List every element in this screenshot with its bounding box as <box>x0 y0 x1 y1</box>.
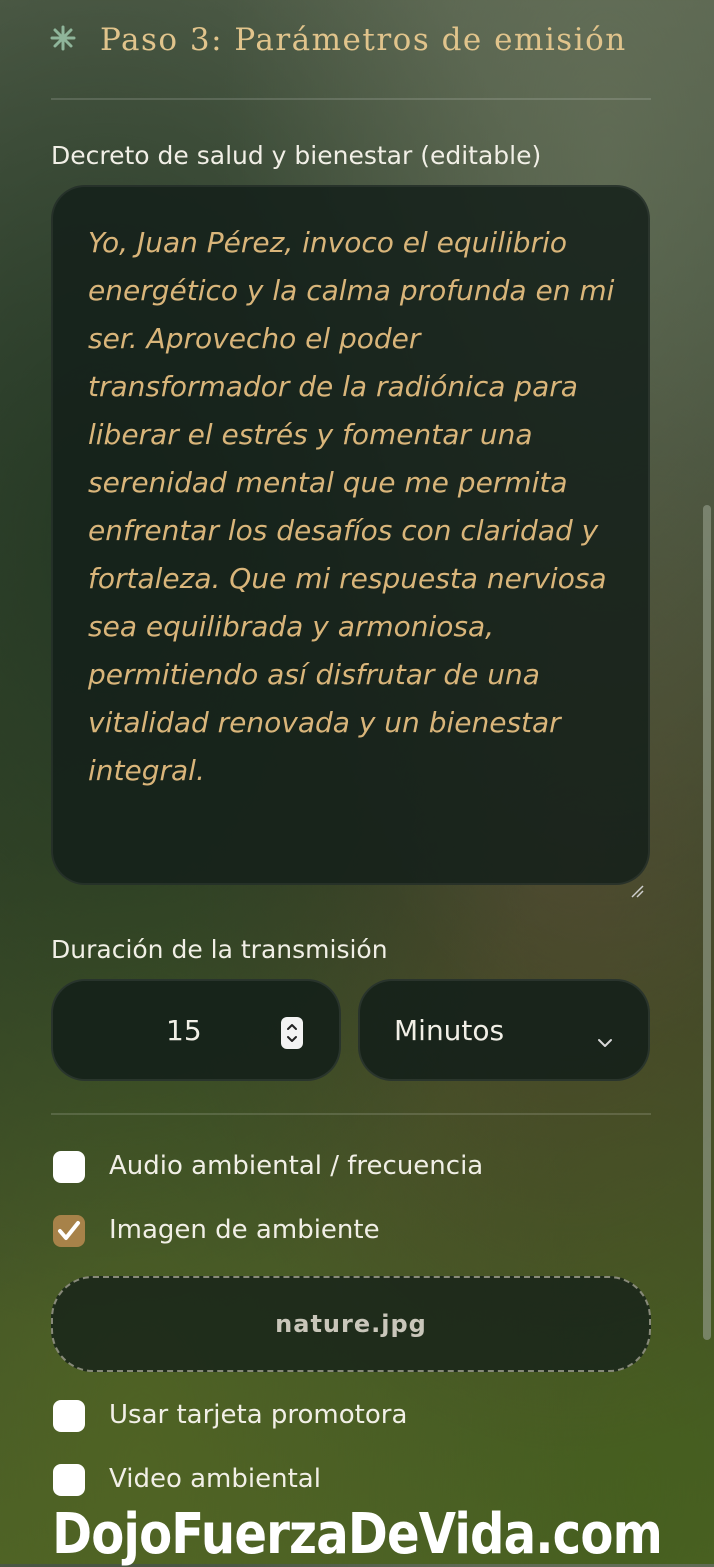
asterisk-icon <box>50 25 80 56</box>
resize-handle-icon[interactable] <box>630 865 644 898</box>
scrollbar[interactable] <box>703 505 711 1340</box>
checkmark-icon <box>58 1221 80 1240</box>
watermark: DojoFuerzaDeVida.com <box>52 1502 663 1567</box>
audio-checkbox-label[interactable]: Audio ambiental / frecuencia <box>109 1151 483 1181</box>
audio-checkbox[interactable] <box>53 1151 85 1183</box>
decree-text[interactable]: Yo, Juan Pérez, invoco el equilibrio ene… <box>88 226 614 787</box>
image-file-name: nature.jpg <box>275 1310 427 1338</box>
decree-label: Decreto de salud y bienestar (editable) <box>51 141 542 170</box>
duration-value[interactable]: 15 <box>166 1014 202 1047</box>
image-file-dropzone[interactable]: nature.jpg <box>51 1276 651 1372</box>
divider <box>51 1113 651 1115</box>
duration-unit-select[interactable]: Minutos <box>358 979 650 1081</box>
video-checkbox[interactable] <box>53 1464 85 1496</box>
duration-label: Duración de la transmisión <box>51 935 388 964</box>
chevron-down-icon[interactable] <box>596 1023 614 1056</box>
duration-unit-value[interactable]: Minutos <box>394 1014 504 1047</box>
duration-number-input[interactable]: 15 <box>51 979 341 1081</box>
promo-card-checkbox[interactable] <box>53 1400 85 1432</box>
step-heading: Paso 3: Parámetros de emisión <box>50 22 627 58</box>
video-checkbox-label[interactable]: Video ambiental <box>109 1464 321 1494</box>
number-stepper-icon[interactable] <box>281 1017 303 1049</box>
step-title: Paso 3: Parámetros de emisión <box>100 22 627 58</box>
image-checkbox[interactable] <box>53 1215 85 1247</box>
decree-textarea[interactable]: Yo, Juan Pérez, invoco el equilibrio ene… <box>51 185 650 898</box>
promo-card-checkbox-label[interactable]: Usar tarjeta promotora <box>109 1400 407 1430</box>
divider <box>51 98 651 100</box>
image-checkbox-label[interactable]: Imagen de ambiente <box>109 1215 380 1245</box>
